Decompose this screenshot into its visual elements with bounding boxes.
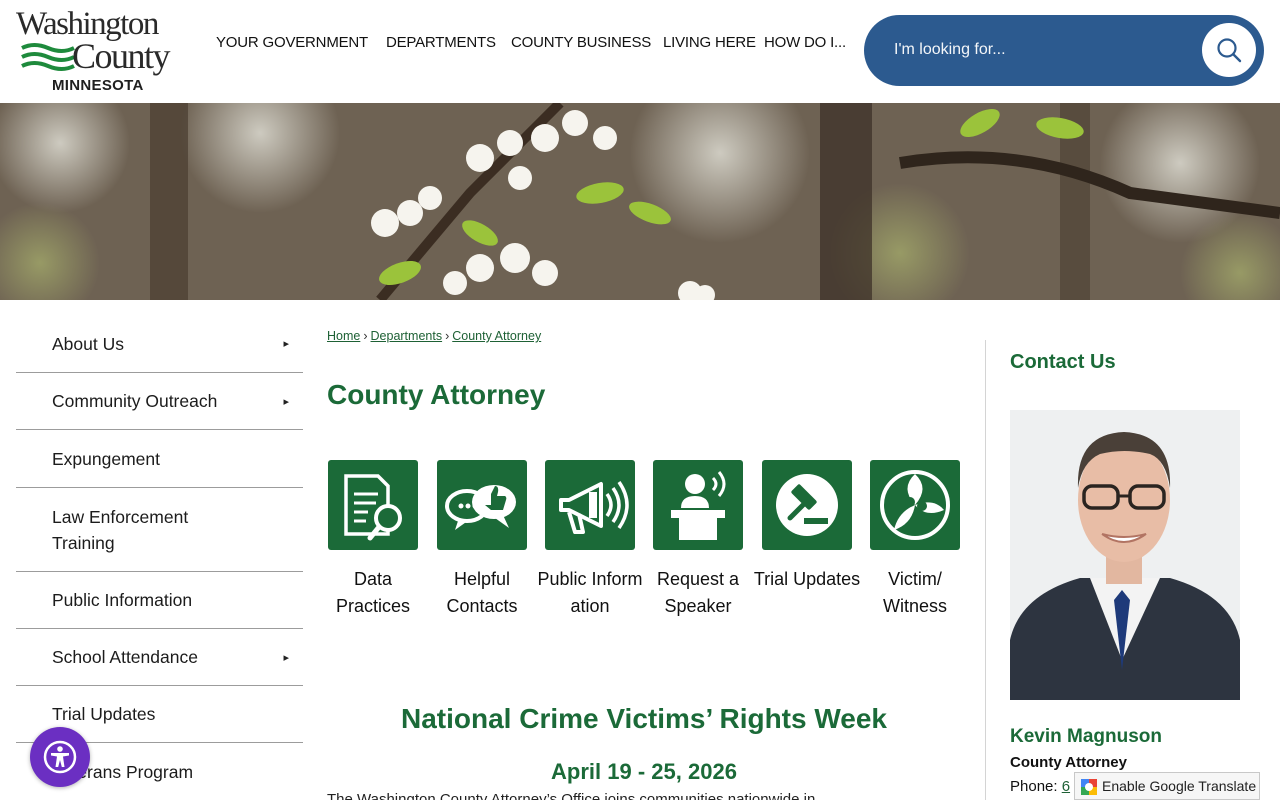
sidebar-item-label: Trial Updates xyxy=(52,704,156,724)
logo-line-3: MINNESOTA xyxy=(52,77,144,94)
sidebar-item-community-outreach[interactable]: Community Outreach ▸ xyxy=(16,373,303,430)
column-divider xyxy=(985,340,986,800)
hero-banner-image xyxy=(0,103,1280,300)
breadcrumb-home[interactable]: Home xyxy=(327,329,360,343)
search-input[interactable] xyxy=(894,35,1194,65)
tile-helpful-contacts[interactable]: Helpful Contacts xyxy=(437,460,527,616)
gavel-icon xyxy=(776,474,838,536)
phone-label: Phone: xyxy=(1010,778,1062,795)
section-intro-text: The Washington County Attorney’s Office … xyxy=(327,791,816,800)
people-circle-icon xyxy=(880,470,950,540)
tile-victim-witness[interactable]: Victim/ Witness xyxy=(870,460,960,616)
tile-label: Public Information xyxy=(537,569,643,616)
nav-your-government[interactable]: YOUR GOVERNMENT xyxy=(216,34,368,51)
speaker-podium-icon xyxy=(671,471,726,540)
blossom-branch-image xyxy=(0,103,1280,300)
tile-icon-box xyxy=(437,460,527,550)
tile-label: Victim/ Witness xyxy=(882,569,947,616)
nav-county-business[interactable]: COUNTY BUSINESS xyxy=(511,34,651,51)
breadcrumb-separator: › xyxy=(445,329,450,343)
tile-public-information[interactable]: Public Information xyxy=(537,460,643,616)
sidebar-item-expungement[interactable]: Expungement xyxy=(16,430,303,488)
breadcrumb-county-attorney[interactable]: County Attorney xyxy=(452,329,541,343)
tile-label: Data Practices xyxy=(335,569,411,616)
submenu-arrow-icon[interactable]: ▸ xyxy=(283,395,289,408)
tile-label: Helpful Contacts xyxy=(446,569,518,616)
sidebar-item-label: School Attendance xyxy=(52,647,198,667)
tile-request-a-speaker[interactable]: Request a Speaker xyxy=(653,460,743,616)
sidebar-item-label: About Us xyxy=(52,333,124,354)
google-logo-icon xyxy=(1081,779,1097,795)
sidebar-item-label: Public Information xyxy=(52,590,193,610)
sidebar-item-about-us[interactable]: About Us ▸ xyxy=(16,315,303,373)
tile-label: Request a Speaker xyxy=(656,569,740,616)
logo-line-2: County xyxy=(72,36,171,76)
sidebar-item-label: Law Enforcement Training xyxy=(52,506,189,553)
accessibility-person-icon xyxy=(43,740,77,774)
sidebar-item-school-attendance[interactable]: School Attendance ▸ xyxy=(16,629,303,686)
sidebar-item-public-information[interactable]: Public Information xyxy=(16,572,303,629)
contact-phone: Phone: 6 xyxy=(1010,778,1070,795)
logo-waves-icon xyxy=(21,43,75,71)
contact-name: Kevin Magnuson xyxy=(1010,726,1163,747)
breadcrumb-departments[interactable]: Departments xyxy=(371,329,443,343)
sidebar-item-label: Community Outreach xyxy=(52,391,218,411)
submenu-arrow-icon[interactable]: ▸ xyxy=(283,651,289,664)
search-icon xyxy=(1217,38,1242,63)
contact-us-heading: Contact Us xyxy=(1010,351,1116,373)
accessibility-widget-button[interactable] xyxy=(30,727,90,787)
chat-thumbs-up-icon xyxy=(445,485,516,530)
phone-link[interactable]: 6 xyxy=(1062,778,1070,795)
sidebar-item-label: Expungement xyxy=(52,448,160,469)
person-portrait-image xyxy=(1010,410,1240,700)
document-search-icon xyxy=(344,474,402,541)
tile-icon-box xyxy=(870,460,960,550)
nav-living-here[interactable]: LIVING HERE xyxy=(663,34,756,51)
page-title: County Attorney xyxy=(327,379,546,410)
nav-departments[interactable]: DEPARTMENTS xyxy=(386,34,496,51)
tile-trial-updates[interactable]: Trial Updates xyxy=(754,460,860,589)
nav-how-do-i[interactable]: HOW DO I... xyxy=(764,34,846,51)
county-logo[interactable]: Washington County MINNESOTA xyxy=(14,6,196,96)
tile-icon-box xyxy=(545,460,635,550)
tile-icon-box xyxy=(762,460,852,550)
tile-data-practices[interactable]: Data Practices xyxy=(328,460,418,616)
google-translate-label: Enable Google Translate xyxy=(1102,778,1257,794)
search-button[interactable] xyxy=(1202,23,1256,77)
tile-icon-box xyxy=(653,460,743,550)
tile-icon-box xyxy=(328,460,418,550)
sidebar-item-law-enforcement-training[interactable]: Law Enforcement Training xyxy=(16,488,303,572)
section-date: April 19 - 25, 2026 xyxy=(551,759,737,784)
site-header: Washington County MINNESOTA YOUR GOVERNM… xyxy=(0,0,1280,103)
tile-label: Trial Updates xyxy=(753,569,861,589)
search-bar xyxy=(864,15,1264,86)
contact-role: County Attorney xyxy=(1010,754,1127,771)
google-translate-button[interactable]: Enable Google Translate xyxy=(1074,772,1260,800)
submenu-arrow-icon[interactable]: ▸ xyxy=(283,337,289,350)
section-title: National Crime Victims’ Rights Week xyxy=(400,703,887,734)
breadcrumb: Home › Departments › County Attorney xyxy=(327,329,541,343)
megaphone-icon xyxy=(559,481,629,534)
breadcrumb-separator: › xyxy=(363,329,368,343)
county-attorney-photo xyxy=(1010,410,1240,700)
